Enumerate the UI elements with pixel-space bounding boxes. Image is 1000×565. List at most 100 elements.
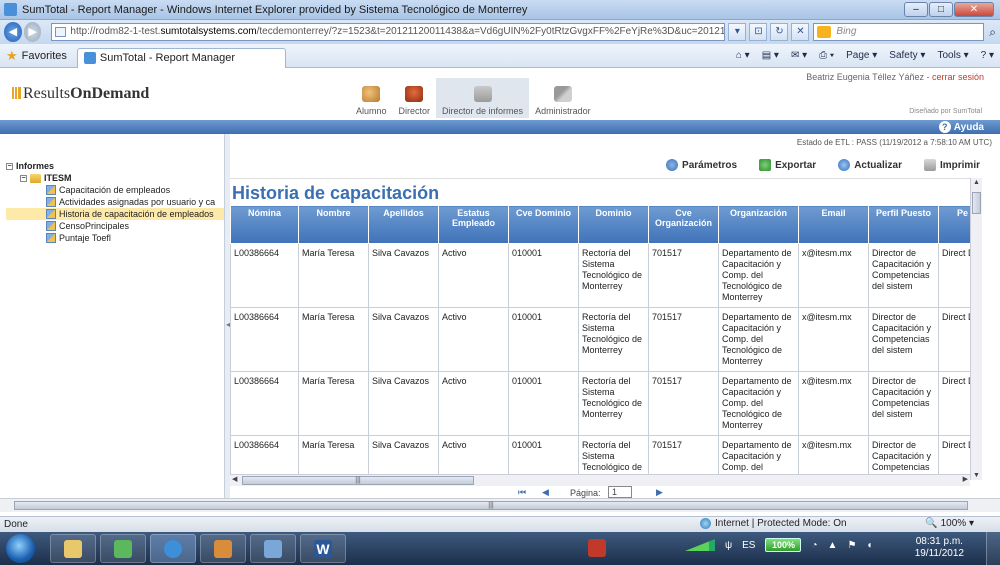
student-icon [362, 86, 381, 102]
collapse-icon[interactable]: − [6, 162, 13, 170]
table-cell: Silva Cavazos [368, 371, 439, 436]
stop-icon[interactable]: ✕ [791, 23, 810, 41]
horizontal-scroll-thumb[interactable]: ||| [242, 476, 474, 485]
taskbar-paint[interactable] [250, 534, 296, 563]
tree-item[interactable]: CensoPrincipales [6, 220, 224, 232]
table-cell: Activo [438, 371, 509, 436]
tools-menu[interactable]: Tools ▾ [937, 50, 968, 61]
minimize-button[interactable]: – [904, 2, 928, 17]
zoom-control[interactable]: 🔍 100% ▾ [925, 518, 974, 529]
help-button[interactable]: ? Ayuda [938, 121, 984, 133]
logout-link[interactable]: cerrar sesión [932, 72, 984, 82]
scroll-right-icon[interactable]: ▶ [963, 475, 968, 483]
safety-menu-label: Safety [889, 50, 918, 61]
role-director[interactable]: Director [393, 78, 437, 118]
taskbar-explorer[interactable] [50, 534, 96, 563]
scroll-up-icon[interactable]: ▲ [973, 179, 980, 186]
safety-menu[interactable]: Safety ▾ [889, 50, 925, 61]
taskbar-ie[interactable] [150, 534, 196, 563]
column-header[interactable]: Email [798, 205, 869, 244]
page-horizontal-scrollbar[interactable]: ||| [0, 498, 1000, 512]
home-icon[interactable]: ⌂ ▾ [736, 50, 750, 61]
network-icon[interactable]: ψ [725, 540, 732, 551]
parameters-button[interactable]: Parámetros [666, 159, 737, 171]
page-input[interactable]: 1 [608, 486, 632, 498]
first-page-icon[interactable]: ⏮ [518, 487, 526, 498]
role-administrador[interactable]: Administrador [529, 78, 597, 118]
column-header[interactable]: Cve Organización [648, 205, 719, 244]
tree-item[interactable]: Capacitación de empleados [6, 184, 224, 196]
column-header[interactable]: Apellidos [368, 205, 439, 244]
feeds-icon[interactable]: ▤ ▾ [762, 50, 779, 61]
taskbar-word[interactable]: W [300, 534, 346, 563]
role-alumno[interactable]: Alumno [350, 78, 393, 118]
compat-icon[interactable]: ⊡ [749, 23, 768, 41]
column-header[interactable]: Pe Ba [938, 205, 970, 244]
report-vertical-scrollbar[interactable]: ▲ ▼ [970, 178, 982, 480]
maximize-button[interactable]: □ [929, 2, 953, 17]
prev-page-icon[interactable]: ◀ [542, 487, 549, 498]
print-button[interactable]: Imprimir [923, 159, 980, 171]
tree-item[interactable]: Puntaje Toefl [6, 232, 224, 244]
wifi-icon[interactable]: ◔ [811, 540, 817, 551]
collapse-icon[interactable]: − [20, 174, 27, 182]
signal-icon[interactable] [685, 539, 715, 551]
report-toolbar: Parámetros Exportar Actualizar Imprimir [666, 159, 980, 171]
scroll-left-icon[interactable]: ◀ [232, 475, 237, 483]
table-cell: L00386664 [230, 307, 299, 372]
printer-icon [923, 159, 936, 171]
refresh-button[interactable]: Actualizar [838, 159, 902, 171]
mail-icon[interactable]: ✉ ▾ [791, 50, 807, 61]
flag-icon[interactable]: ⚑ [847, 540, 856, 551]
show-desktop-button[interactable] [986, 532, 1000, 565]
column-header[interactable]: Perfil Puesto [868, 205, 939, 244]
table-cell: Activo [438, 307, 509, 372]
column-header[interactable]: Organización [718, 205, 799, 244]
next-page-icon[interactable]: ▶ [656, 487, 663, 498]
battery-icon[interactable]: 100% [765, 538, 802, 552]
user-info: Beatriz Eugenia Téllez Yáñez - cerrar se… [806, 72, 984, 82]
column-header[interactable]: Nombre [298, 205, 369, 244]
browser-tab[interactable]: SumTotal - Report Manager [76, 47, 287, 68]
print-menu-icon[interactable]: ⎙ ▾ [819, 50, 834, 61]
tree-item[interactable]: Historia de capacitación de empleados [6, 208, 224, 220]
start-button[interactable] [6, 534, 35, 563]
table-cell: Director de Capacitación y Competencias … [868, 307, 939, 372]
help-menu-icon[interactable]: ? ▾ [981, 50, 994, 61]
favorites-button[interactable]: ★ Favorites [6, 48, 77, 64]
export-button[interactable]: Exportar [759, 159, 816, 171]
address-bar[interactable]: http://rodm82-1-test.sumtotalsystems.com… [51, 23, 726, 41]
security-zone[interactable]: Internet | Protected Mode: On [700, 518, 847, 529]
browser-status-bar: Done Internet | Protected Mode: On 🔍 100… [0, 516, 1000, 532]
search-icon[interactable]: ⌕ [989, 25, 996, 40]
url-prefix: http://rodm82-1-test. [70, 26, 161, 37]
tray-app[interactable] [580, 534, 616, 563]
language-indicator[interactable]: ES [742, 540, 755, 551]
close-button[interactable]: ✕ [954, 2, 994, 17]
page-menu[interactable]: Page ▾ [846, 50, 877, 61]
forward-button[interactable]: ▶ [23, 22, 42, 42]
volume-icon[interactable]: ◖ [866, 540, 872, 551]
scroll-down-icon[interactable]: ▼ [973, 472, 980, 479]
tree-item[interactable]: Actividades asignadas por usuario y ca [6, 196, 224, 208]
refresh-icon[interactable]: ↻ [770, 23, 789, 41]
dropdown-icon[interactable]: ▾ [728, 23, 747, 41]
tree-root[interactable]: − Informes [6, 160, 224, 172]
report-horizontal-scrollbar[interactable]: ◀ ||| ▶ [230, 474, 970, 486]
column-header[interactable]: Dominio [578, 205, 649, 244]
page-scroll-thumb[interactable]: ||| [14, 501, 968, 510]
column-header[interactable]: Estatus Empleado [438, 205, 509, 244]
column-header[interactable]: Nómina [230, 205, 299, 244]
search-box[interactable]: Bing [813, 23, 985, 41]
column-header[interactable]: Cve Dominio [508, 205, 579, 244]
tray-expand-icon[interactable]: ▲ [828, 540, 838, 551]
vertical-scroll-thumb[interactable] [972, 192, 981, 214]
taskbar-contacts[interactable] [200, 534, 246, 563]
table-cell: L00386664 [230, 371, 299, 436]
role-director-informes[interactable]: Director de informes [436, 78, 530, 118]
back-button[interactable]: ◀ [4, 22, 22, 42]
taskbar-messenger[interactable] [100, 534, 146, 563]
clock[interactable]: 08:31 p.m. 19/11/2012 [915, 536, 964, 560]
tree-item-label: Historia de capacitación de empleados [59, 209, 214, 219]
tree-folder[interactable]: − ITESM [6, 172, 224, 184]
